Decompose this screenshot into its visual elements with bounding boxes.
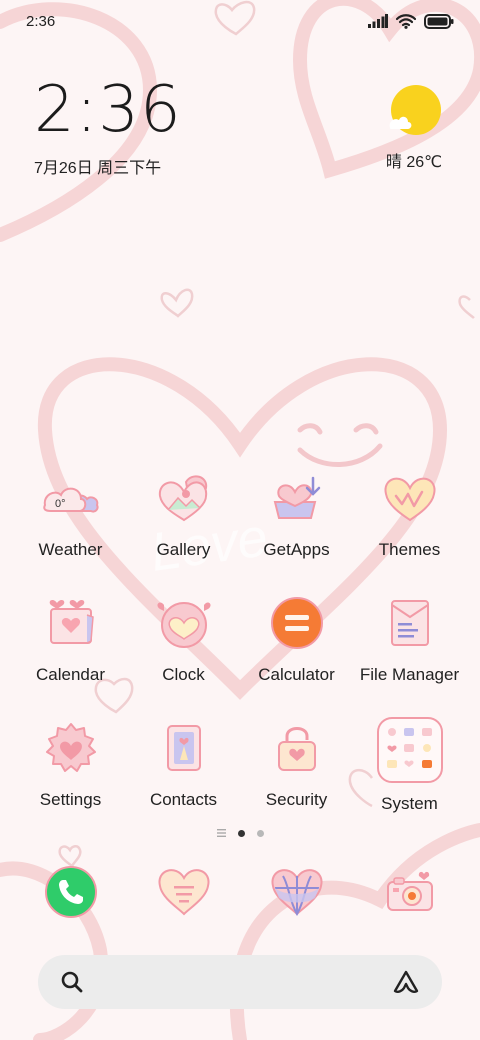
status-icons: [368, 13, 454, 29]
app-label: Calendar: [36, 665, 105, 684]
settings-icon: [39, 716, 103, 780]
dock-phone[interactable]: [14, 862, 127, 922]
messages-icon: [154, 862, 214, 922]
app-contacts[interactable]: Contacts: [127, 716, 240, 841]
app-label: File Manager: [359, 665, 460, 684]
file-manager-icon: [378, 591, 442, 655]
page-dot-active[interactable]: [237, 829, 245, 837]
clock-icon: [152, 591, 216, 655]
app-label: System: [381, 794, 438, 813]
themes-icon: [378, 466, 442, 530]
clock-widget-time: 2:36: [34, 73, 182, 147]
app-label: Clock: [162, 665, 205, 684]
search-bar[interactable]: [38, 955, 442, 1009]
app-file-manager[interactable]: File Manager: [353, 591, 466, 716]
clock-widget-date: 7月26日 周三下午: [34, 160, 162, 177]
app-label: Security: [265, 790, 328, 809]
page-dot[interactable]: [256, 829, 264, 837]
app-gallery[interactable]: Gallery: [127, 466, 240, 591]
battery-icon: [424, 13, 454, 29]
app-calculator[interactable]: Calculator: [240, 591, 353, 716]
app-themes[interactable]: Themes: [353, 466, 466, 591]
app-clock[interactable]: Clock: [127, 591, 240, 716]
dock-camera[interactable]: [353, 862, 466, 922]
status-time: 2:36: [26, 12, 56, 30]
app-label: Calculator: [258, 665, 335, 684]
app-label: Weather: [38, 540, 103, 559]
app-label: Settings: [39, 790, 102, 809]
gallery-icon: [152, 466, 216, 530]
app-system-folder[interactable]: System: [353, 716, 466, 841]
app-label: Themes: [378, 540, 441, 559]
dock-browser[interactable]: [240, 862, 353, 922]
dock-messages[interactable]: [127, 862, 240, 922]
browser-icon: [267, 862, 327, 922]
contacts-icon: [152, 716, 216, 780]
svg-text:0°: 0°: [55, 498, 66, 510]
dock: [14, 862, 466, 922]
weather-icon: 0°: [39, 466, 103, 530]
weather-summary: 晴 26℃: [385, 154, 443, 171]
app-calendar[interactable]: Calendar: [14, 591, 127, 716]
calculator-icon: [265, 591, 329, 655]
getapps-icon: [265, 466, 329, 530]
app-label: Contacts: [149, 790, 218, 809]
assistant-icon[interactable]: [392, 969, 420, 995]
search-icon[interactable]: [60, 970, 84, 994]
app-security[interactable]: Security: [240, 716, 353, 841]
signal-icon: [368, 14, 388, 28]
clock-widget[interactable]: 2:36 7月26日 周三下午: [34, 78, 182, 178]
app-label: Gallery: [156, 540, 211, 559]
app-settings[interactable]: Settings: [14, 716, 127, 841]
weather-widget[interactable]: 晴 26℃: [382, 84, 446, 172]
system-folder-icon: [376, 716, 444, 784]
app-grid: 0° Weather Gallery GetApps Themes Calend…: [14, 466, 466, 841]
security-icon: [265, 716, 329, 780]
camera-icon: [380, 862, 440, 922]
phone-icon: [41, 862, 101, 922]
page-indicator[interactable]: [0, 829, 480, 837]
app-getapps[interactable]: GetApps: [240, 466, 353, 591]
page-list-icon[interactable]: [216, 829, 226, 837]
sun-cloud-icon: [389, 85, 441, 135]
status-bar: 2:36: [0, 0, 480, 42]
wifi-icon: [396, 13, 416, 29]
app-label: GetApps: [263, 540, 330, 559]
app-weather[interactable]: 0° Weather: [14, 466, 127, 591]
calendar-icon: [39, 591, 103, 655]
